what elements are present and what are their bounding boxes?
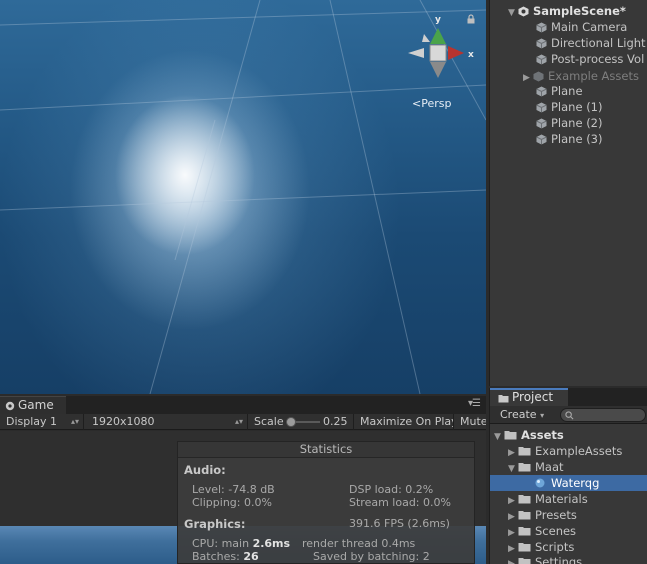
expand-arrow-icon[interactable]: ▶ (523, 70, 533, 86)
tree-scenes[interactable]: ▶ Scenes (490, 523, 647, 539)
saved-by-batching: Saved by batching: 2 (313, 550, 430, 563)
audio-level: Level: -74.8 dB (192, 483, 275, 496)
search-icon (565, 411, 574, 420)
dsp-load: DSP load: 0.2% (349, 483, 434, 496)
graphics-header: Graphics: (184, 517, 246, 531)
gameobject-icon (536, 22, 547, 33)
gameobject-icon (536, 118, 547, 129)
tree-example-assets[interactable]: ▶ ExampleAssets (490, 443, 647, 459)
dropdown-arrow-icon: ▾ (540, 411, 545, 420)
game-toolbar: Display 1 ▴▾ 1920x1080 ▴▾ Scale 0.25 Maxim… (0, 414, 486, 430)
lock-icon[interactable] (466, 14, 476, 24)
persp-arrow-icon: < (412, 97, 422, 110)
gameobject-icon (536, 134, 547, 145)
game-controller-icon (5, 401, 15, 411)
folder-icon (518, 527, 531, 536)
scale-slider-knob[interactable] (286, 417, 296, 427)
tree-presets[interactable]: ▶ Presets (490, 507, 647, 523)
gameobject-icon (536, 102, 547, 113)
folder-icon (518, 511, 531, 520)
hierarchy-item-plane-2[interactable]: Plane (2) (536, 115, 603, 131)
gameobject-icon (536, 38, 547, 49)
scene-root[interactable]: ▼ SampleScene* (508, 3, 626, 19)
mute-toggle[interactable]: Mute (454, 414, 486, 430)
search-input[interactable] (560, 408, 646, 422)
gameobject-icon (536, 54, 547, 65)
hierarchy-item-plane-1[interactable]: Plane (1) (536, 99, 603, 115)
hierarchy-item-example-assets[interactable]: ▶ Example Assets (523, 68, 639, 84)
scene-view[interactable]: y x <Persp (0, 0, 486, 394)
hierarchy-item-plane[interactable]: Plane (536, 83, 583, 99)
expand-arrow-icon[interactable]: ▼ (508, 5, 518, 21)
unity-scene-icon (518, 6, 529, 17)
folder-icon (504, 431, 517, 440)
tab-game[interactable]: Game (0, 396, 66, 414)
batches-readout: Batches: 26 (192, 550, 259, 563)
panel-menu-icon[interactable]: ▾☰ (468, 398, 481, 409)
material-icon (535, 478, 545, 488)
hierarchy-item-main-camera[interactable]: Main Camera (536, 19, 627, 35)
gameobject-icon (533, 71, 544, 82)
render-thread-readout: render thread 0.4ms (302, 537, 416, 550)
dropdown-arrow-icon: ▴▾ (234, 417, 243, 426)
tree-waterqg[interactable]: Waterqg (490, 475, 647, 491)
expand-arrow-icon[interactable]: ▶ (508, 556, 518, 564)
folder-icon (518, 495, 531, 504)
fps-readout: 391.6 FPS (2.6ms) (349, 517, 450, 530)
project-toolbar: Create ▾ (490, 406, 647, 424)
hierarchy-item-post-process-volume[interactable]: Post-process Vol (536, 51, 644, 67)
project-panel: Project Create ▾ ▼ Assets ▶ ExampleAssets … (489, 388, 647, 564)
svg-text:y: y (435, 15, 441, 25)
svg-text:x: x (468, 50, 474, 60)
hierarchy-panel: ▼ SampleScene* Main Camera Directional Li… (489, 0, 647, 386)
audio-header: Audio: (184, 463, 226, 477)
folder-icon (518, 558, 531, 564)
folder-icon (498, 395, 509, 403)
statistics-panel: Statistics Audio: Level: -74.8 dB DSP lo… (177, 441, 475, 564)
tree-materials[interactable]: ▶ Materials (490, 491, 647, 507)
maximize-on-play-toggle[interactable]: Maximize On Play (354, 414, 454, 430)
gameobject-icon (536, 86, 547, 97)
cpu-readout: CPU: main 2.6ms (192, 537, 291, 550)
project-tabbar: Project (490, 388, 647, 406)
tree-scripts[interactable]: ▶ Scripts (490, 539, 647, 555)
resolution-dropdown[interactable]: 1920x1080 ▴▾ (86, 414, 248, 430)
tree-maat[interactable]: ▼ Maat (490, 459, 647, 475)
create-button[interactable]: Create ▾ (500, 407, 554, 423)
folder-icon (518, 447, 531, 456)
statistics-title: Statistics (178, 442, 474, 458)
game-tabbar: Game ▾☰ (0, 396, 486, 414)
axis-gizmo-icon[interactable]: y x (400, 12, 480, 92)
hierarchy-item-directional-light[interactable]: Directional Light (536, 35, 646, 51)
tree-settings[interactable]: ▶ Settings (490, 554, 647, 564)
dropdown-arrow-icon: ▴▾ (70, 417, 79, 426)
tab-project[interactable]: Project (490, 388, 568, 406)
folder-icon (518, 543, 531, 552)
persp-label[interactable]: <Persp (412, 97, 451, 110)
folder-icon (518, 463, 531, 472)
audio-clipping: Clipping: 0.0% (192, 496, 272, 509)
stream-load: Stream load: 0.0% (349, 496, 451, 509)
tree-assets[interactable]: ▼ Assets (490, 427, 647, 443)
hierarchy-item-plane-3[interactable]: Plane (3) (536, 131, 603, 147)
display-dropdown[interactable]: Display 1 ▴▾ (0, 414, 84, 430)
